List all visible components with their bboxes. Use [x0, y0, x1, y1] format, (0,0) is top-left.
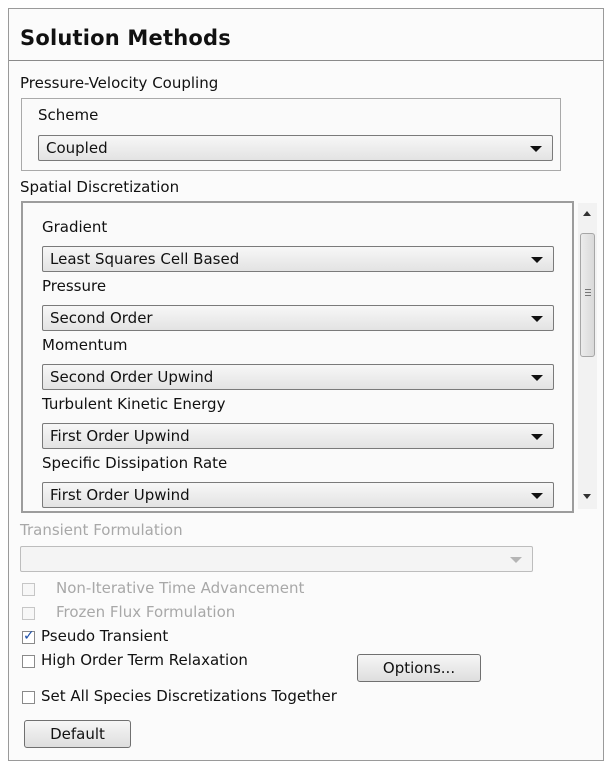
momentum-label: Momentum [42, 336, 128, 354]
chevron-down-icon [510, 557, 522, 563]
scroll-up-arrow-icon[interactable] [583, 211, 591, 216]
high-order-term-relaxation-checkbox[interactable] [22, 655, 35, 668]
pressure-label: Pressure [42, 277, 107, 295]
set-all-species-discretizations-label: Set All Species Discretizations Together [41, 687, 337, 705]
vertical-scrollbar[interactable] [578, 203, 597, 509]
momentum-dropdown[interactable]: Second Order Upwind [42, 364, 554, 390]
panel-title: Solution Methods [20, 26, 231, 50]
gradient-label: Gradient [42, 218, 108, 236]
chevron-down-icon [531, 375, 543, 381]
high-order-term-relaxation-label: High Order Term Relaxation [41, 651, 248, 669]
pressure-value: Second Order [50, 309, 153, 327]
scheme-value: Coupled [46, 139, 108, 157]
scheme-dropdown[interactable]: Coupled [38, 135, 553, 161]
chevron-down-icon [531, 316, 543, 322]
turbulent-kinetic-energy-dropdown[interactable]: First Order Upwind [42, 423, 554, 449]
frozen-flux-formulation-checkbox[interactable] [22, 607, 35, 620]
specific-dissipation-rate-value: First Order Upwind [50, 486, 190, 504]
scroll-down-arrow-icon[interactable] [583, 494, 591, 499]
specific-dissipation-rate-label: Specific Dissipation Rate [42, 454, 228, 472]
chevron-down-icon [531, 493, 543, 499]
non-iterative-time-advancement-checkbox[interactable] [22, 583, 35, 596]
scheme-label: Scheme [38, 106, 99, 124]
pseudo-transient-label: Pseudo Transient [41, 627, 169, 645]
pressure-dropdown[interactable]: Second Order [42, 305, 554, 331]
default-button[interactable]: Default [24, 720, 131, 748]
chevron-down-icon [531, 434, 543, 440]
options-button[interactable]: Options... [357, 654, 481, 682]
checkmark-icon: ✓ [23, 628, 35, 644]
scrollbar-thumb[interactable] [580, 233, 595, 357]
spatial-discretization-label: Spatial Discretization [20, 178, 180, 196]
frozen-flux-formulation-label: Frozen Flux Formulation [56, 603, 236, 621]
pseudo-transient-checkbox[interactable]: ✓ [22, 628, 35, 644]
non-iterative-time-advancement-label: Non-Iterative Time Advancement [56, 579, 305, 597]
grip-line [585, 295, 591, 296]
pressure-velocity-coupling-label: Pressure-Velocity Coupling [20, 74, 219, 92]
grip-line [585, 292, 591, 293]
turbulent-kinetic-energy-label: Turbulent Kinetic Energy [42, 395, 226, 413]
chevron-down-icon [530, 146, 542, 152]
transient-formulation-dropdown[interactable] [20, 546, 533, 572]
grip-line [585, 289, 591, 290]
momentum-value: Second Order Upwind [50, 368, 214, 386]
title-divider [9, 60, 603, 61]
set-all-species-discretizations-checkbox[interactable] [22, 691, 35, 704]
turbulent-kinetic-energy-value: First Order Upwind [50, 427, 190, 445]
specific-dissipation-rate-dropdown[interactable]: First Order Upwind [42, 482, 554, 508]
chevron-down-icon [531, 257, 543, 263]
gradient-value: Least Squares Cell Based [50, 250, 240, 268]
gradient-dropdown[interactable]: Least Squares Cell Based [42, 246, 554, 272]
transient-formulation-label: Transient Formulation [20, 521, 183, 539]
